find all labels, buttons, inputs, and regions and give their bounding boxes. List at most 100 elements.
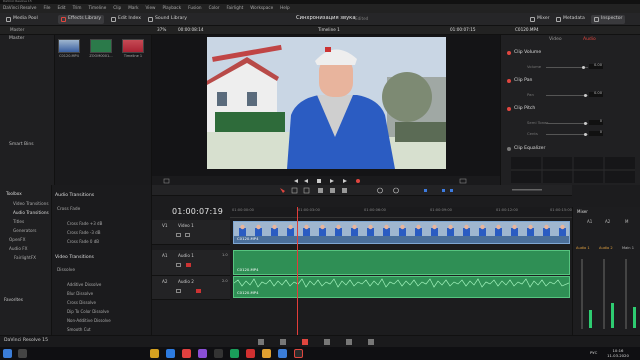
mute-icon[interactable]	[196, 289, 201, 293]
toolbox-generators[interactable]: Generators	[13, 228, 36, 233]
transition-item[interactable]: Cross Fade 0 dB	[67, 240, 99, 244]
mute-icon[interactable]	[186, 263, 191, 267]
timeline-ruler[interactable]: 01:00:00:00 01:00:03:00 01:00:06:00 01:0…	[230, 207, 572, 218]
enable-dot-icon[interactable]	[507, 107, 511, 112]
clip-pitch-section[interactable]: Clip Pitch	[507, 106, 535, 112]
fader-a2[interactable]	[603, 259, 605, 329]
browser-icon[interactable]	[166, 349, 175, 358]
metadata-button[interactable]: Metadata	[553, 15, 588, 24]
inspector-button[interactable]: Inspector	[591, 15, 626, 24]
app-icon[interactable]	[214, 349, 223, 358]
start-icon[interactable]	[3, 349, 12, 358]
media-thumb-zoom[interactable]	[90, 39, 112, 53]
semitones-slider[interactable]	[546, 122, 588, 125]
volume-slider[interactable]	[546, 66, 588, 69]
tab-video[interactable]: Video	[549, 37, 562, 43]
menu-fusion[interactable]: Fusion	[188, 6, 201, 10]
app-icon[interactable]	[262, 349, 271, 358]
input-language[interactable]: РУС	[590, 351, 597, 355]
toolbox-audio-transitions[interactable]: Audio Transitions	[13, 210, 49, 215]
bin-master[interactable]: Master	[9, 36, 24, 42]
menu-mark[interactable]: Mark	[128, 6, 138, 10]
semitones-slider-knob[interactable]	[584, 122, 587, 125]
toolbox-video-transitions[interactable]: Video Transitions	[13, 201, 49, 206]
menu-help[interactable]: Help	[280, 6, 290, 10]
toolbox-titles[interactable]: Titles	[13, 219, 24, 224]
toolbox-fairlightfx[interactable]: FairlightFX	[14, 255, 36, 260]
menu-playback[interactable]: Playback	[162, 6, 181, 10]
smart-bins[interactable]: Smart Bins	[9, 142, 34, 148]
transition-item[interactable]: Additive Dissolve	[67, 283, 101, 287]
cents-value[interactable]: 0	[589, 130, 603, 136]
media-pool-button[interactable]: Media Pool	[3, 15, 41, 24]
pan-slider[interactable]	[546, 94, 588, 97]
clip-equalizer-section[interactable]: Clip Equalizer	[507, 146, 545, 152]
viewer-zoom[interactable]: 37%	[157, 27, 166, 32]
effects-library-button[interactable]: Effects Library	[58, 15, 105, 24]
lock-icon[interactable]	[176, 233, 181, 237]
menu-color[interactable]: Color	[209, 6, 220, 10]
favorites[interactable]: Favorites	[4, 297, 23, 302]
explorer-icon[interactable]	[150, 349, 159, 358]
app-icon[interactable]	[182, 349, 191, 358]
transition-item[interactable]: Smooth Cut	[67, 328, 91, 332]
toolbox-openfx[interactable]: OpenFX	[9, 237, 25, 242]
cents-slider[interactable]	[546, 133, 588, 136]
menu-trim[interactable]: Trim	[73, 6, 82, 10]
transition-item[interactable]: Dip To Color Dissolve	[67, 310, 109, 314]
sound-library-button[interactable]: Sound Library	[145, 15, 190, 24]
menu-view[interactable]: View	[146, 6, 156, 10]
volume-value[interactable]: 0.00	[589, 63, 603, 69]
enable-dot-icon[interactable]	[507, 51, 511, 56]
search-icon[interactable]	[18, 349, 27, 358]
app-icon[interactable]	[246, 349, 255, 358]
fader-a1[interactable]	[581, 259, 583, 329]
lock-icon[interactable]	[176, 263, 181, 267]
pan-slider-knob[interactable]	[584, 94, 587, 97]
timeline-name[interactable]: Timeline 1	[318, 27, 340, 32]
audio-clip-a2[interactable]: C0120.MP4	[233, 276, 570, 298]
enable-dot-icon[interactable]	[507, 79, 511, 84]
media-thumb-c0120[interactable]	[58, 39, 80, 53]
menu-workspace[interactable]: Workspace	[250, 6, 273, 10]
davinci-resolve-icon[interactable]	[294, 349, 303, 358]
bin-name[interactable]: Master	[10, 27, 24, 32]
video-clip[interactable]: C0120.MP4	[233, 221, 570, 244]
media-thumb-timeline[interactable]	[122, 39, 144, 53]
menu-file[interactable]: File	[43, 6, 50, 10]
tab-audio[interactable]: Audio	[583, 37, 596, 43]
eye-icon[interactable]	[185, 233, 190, 237]
toolbox-title[interactable]: Toolbox	[6, 191, 22, 196]
track-header-a2[interactable]: A2 Audio 2 2.0	[152, 276, 230, 300]
volume-slider-knob[interactable]	[582, 66, 585, 69]
mixer-button[interactable]: Mixer	[527, 15, 553, 24]
cents-slider-knob[interactable]	[584, 133, 587, 136]
transition-item[interactable]: Non-Additive Dissolve	[67, 319, 111, 323]
system-clock[interactable]: 10:16 11.03.2020	[603, 348, 633, 358]
app-icon[interactable]	[230, 349, 239, 358]
track-header-a1[interactable]: A1 Audio 1 1.0	[152, 250, 230, 276]
menu-edit[interactable]: Edit	[57, 6, 65, 10]
app-icon[interactable]	[198, 349, 207, 358]
viewer-frame[interactable]	[207, 37, 446, 169]
transition-item[interactable]: Blur Dissolve	[67, 292, 93, 296]
enable-dot-icon[interactable]	[507, 147, 511, 152]
transition-item[interactable]: Cross Fade -3 dB	[67, 231, 100, 235]
pan-value[interactable]: 0.00	[589, 91, 603, 97]
menu-davinci[interactable]: DaVinci Resolve	[3, 6, 36, 10]
toolbox-audiofx[interactable]: Audio FX	[9, 246, 28, 251]
menu-timeline[interactable]: Timeline	[88, 6, 106, 10]
clip-volume-section[interactable]: Clip Volume	[507, 50, 541, 56]
semitones-value[interactable]: 0	[589, 119, 603, 125]
transition-item[interactable]: Cross Dissolve	[67, 301, 96, 305]
app-icon[interactable]	[278, 349, 287, 358]
equalizer-graph[interactable]	[511, 157, 635, 183]
menu-clip[interactable]: Clip	[113, 6, 121, 10]
menu-fairlight[interactable]: Fairlight	[227, 6, 244, 10]
lock-icon[interactable]	[176, 289, 181, 293]
playhead[interactable]	[297, 207, 298, 335]
clip-pan-section[interactable]: Clip Pan	[507, 78, 532, 84]
track-header-v1[interactable]: V1 Video 1	[152, 220, 230, 245]
fader-main[interactable]	[625, 259, 627, 329]
audio-clip-a1[interactable]: C0120.MP4	[233, 250, 570, 275]
